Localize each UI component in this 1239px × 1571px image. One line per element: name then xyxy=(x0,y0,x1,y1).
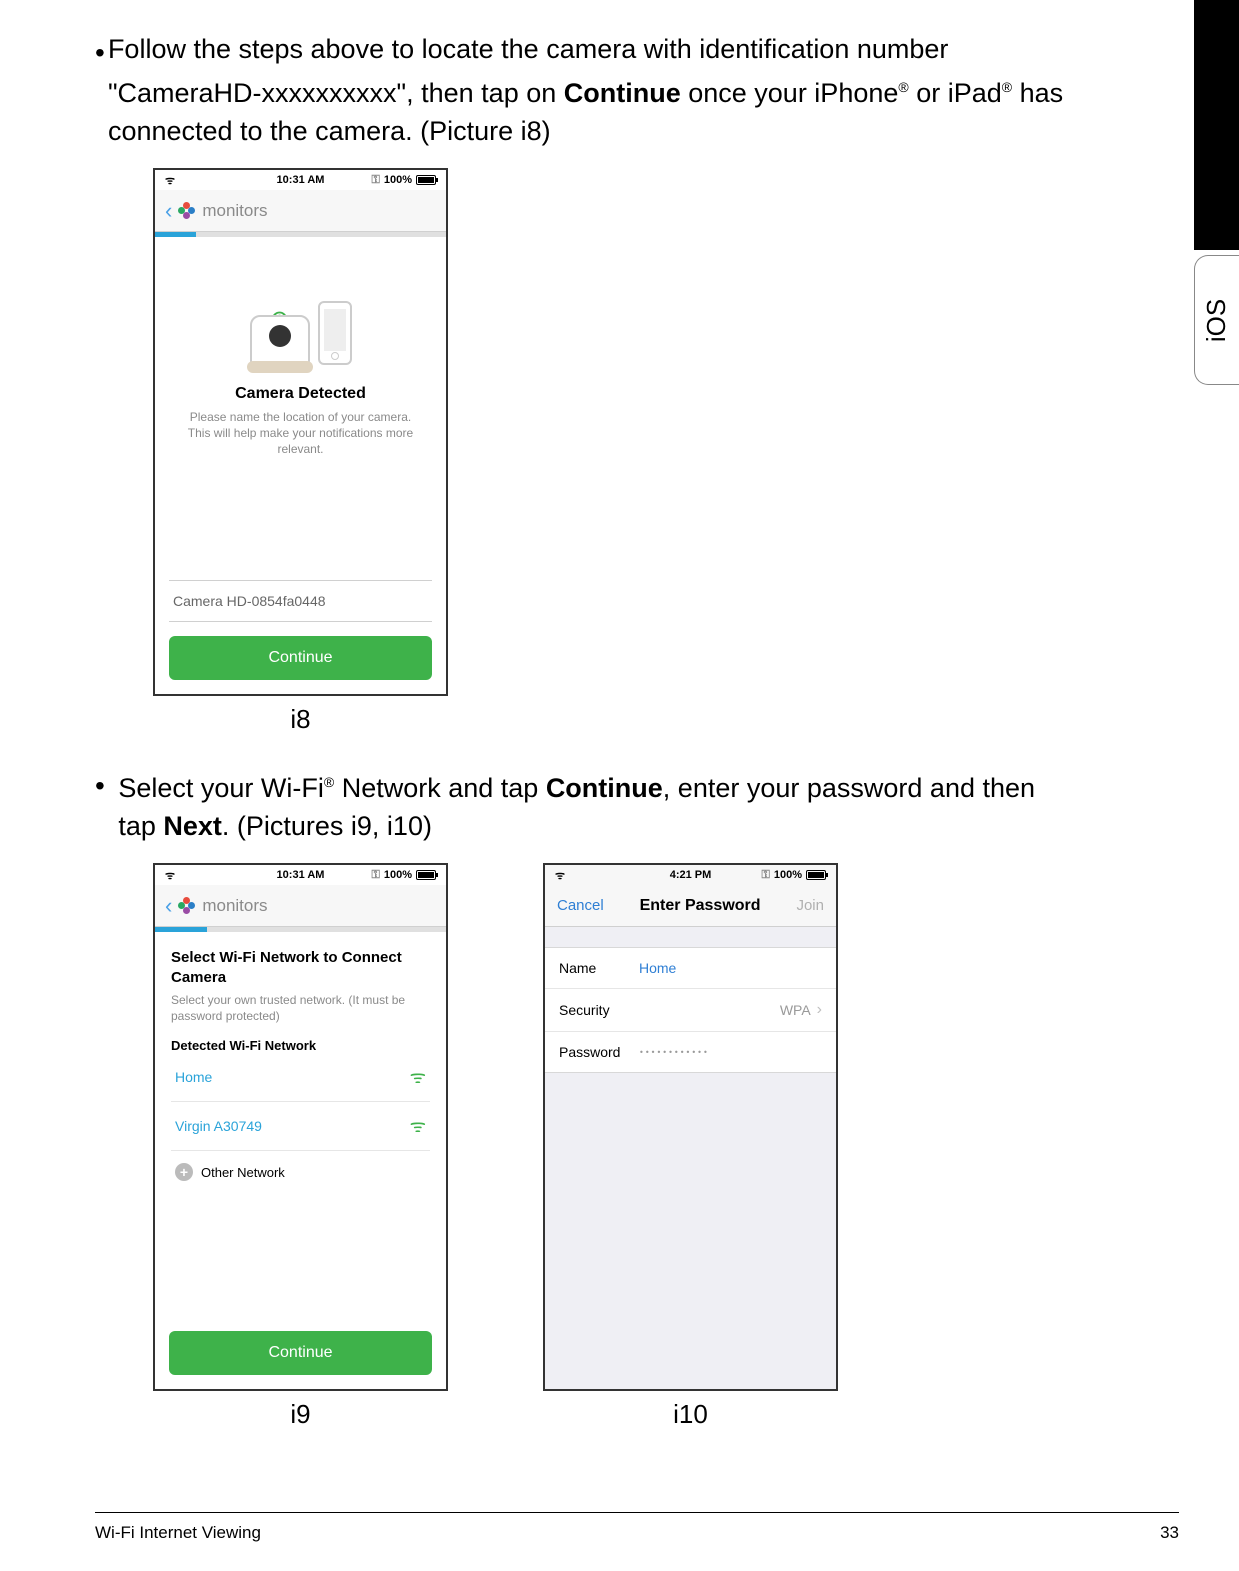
bullet-2-text: Select your Wi-Fi® Network and tap Conti… xyxy=(118,763,1080,845)
status-time: 10:31 AM xyxy=(277,174,325,186)
battery-pct: 100% xyxy=(384,869,412,881)
cancel-button[interactable]: Cancel xyxy=(557,897,604,914)
progress-bar xyxy=(155,927,446,932)
bullet-dot: • xyxy=(95,763,118,845)
screenshot-i9: ᯤ 10:31 AM ⚿ 100% ‹ monitors Select Wi-Fi… xyxy=(153,863,448,1391)
network-name: Home xyxy=(175,1069,212,1085)
progress-bar xyxy=(155,232,446,237)
battery-pct: 100% xyxy=(774,869,802,881)
battery-icon xyxy=(416,870,436,880)
join-button[interactable]: Join xyxy=(796,897,824,914)
caption-i8: i8 xyxy=(290,704,310,735)
bluetooth-icon: ⚿ xyxy=(761,869,769,882)
select-title: Select Wi-Fi Network to Connect Camera xyxy=(171,948,430,988)
name-row: Name Home xyxy=(545,948,836,988)
screenshot-i10: ᯤ 4:21 PM ⚿ 100% Cancel Enter Password Jo… xyxy=(543,863,838,1391)
status-bar: ᯤ 4:21 PM ⚿ 100% xyxy=(545,865,836,885)
security-value: WPA xyxy=(780,1002,811,1018)
password-label: Password xyxy=(559,1044,639,1060)
camera-name-input[interactable]: Camera HD-0854fa0448 xyxy=(169,580,432,622)
ios-tab-label: iOS xyxy=(1202,298,1233,341)
detected-heading: Detected Wi-Fi Network xyxy=(171,1038,430,1053)
detected-title: Camera Detected xyxy=(235,385,366,403)
back-chevron-icon[interactable]: ‹ xyxy=(165,198,172,224)
caption-i9: i9 xyxy=(290,1399,310,1430)
battery-icon xyxy=(416,175,436,185)
other-network-row[interactable]: + Other Network xyxy=(171,1151,430,1193)
status-time: 4:21 PM xyxy=(670,869,712,881)
security-label: Security xyxy=(559,1002,639,1018)
wifi-signal-icon: ᯤ xyxy=(410,1114,426,1138)
footer-title: Wi-Fi Internet Viewing xyxy=(95,1523,261,1543)
detected-subtitle: Please name the location of your camera.… xyxy=(155,409,446,457)
figure-i9-col: ᯤ 10:31 AM ⚿ 100% ‹ monitors Select Wi-Fi… xyxy=(153,863,448,1430)
status-bar: ᯤ 10:31 AM ⚿ 100% xyxy=(155,865,446,885)
page-footer: Wi-Fi Internet Viewing 33 xyxy=(95,1512,1179,1543)
figure-row-2: ᯤ 10:31 AM ⚿ 100% ‹ monitors Select Wi-Fi… xyxy=(153,863,1080,1430)
wifi-icon: ᯤ xyxy=(165,868,175,883)
bluetooth-icon: ⚿ xyxy=(371,869,379,882)
app-logo-icon xyxy=(178,897,196,915)
caption-i10: i10 xyxy=(673,1399,708,1430)
bullet-dot: • xyxy=(95,30,108,150)
form-list: Name Home Security WPA › Password ••••••… xyxy=(545,947,836,1073)
continue-button[interactable]: Continue xyxy=(169,1331,432,1375)
password-value: •••••••••••• xyxy=(639,1048,709,1057)
continue-button[interactable]: Continue xyxy=(169,636,432,680)
other-network-label: Other Network xyxy=(201,1165,285,1180)
back-chevron-icon[interactable]: ‹ xyxy=(165,893,172,919)
nav-bar: Cancel Enter Password Join xyxy=(545,885,836,927)
content-block: ⦾ Camera Detected Please name the locati… xyxy=(155,237,446,564)
nav-title: monitors xyxy=(202,896,267,916)
name-value: Home xyxy=(639,960,676,976)
nav-bar: ‹ monitors xyxy=(155,885,446,927)
name-label: Name xyxy=(559,960,639,976)
network-name: Virgin A30749 xyxy=(175,1118,262,1134)
nav-title: monitors xyxy=(202,201,267,221)
bullet-1: • Follow the steps above to locate the c… xyxy=(95,30,1080,150)
status-bar: ᯤ 10:31 AM ⚿ 100% xyxy=(155,170,446,190)
figure-i8-col: ᯤ 10:31 AM ⚿ 100% ‹ monitors ⦾ xyxy=(153,168,448,735)
footer-page-number: 33 xyxy=(1160,1523,1179,1543)
page-content: • Follow the steps above to locate the c… xyxy=(0,0,1180,1430)
wifi-icon: ᯤ xyxy=(165,173,175,188)
network-row-home[interactable]: Home ᯤ xyxy=(171,1053,430,1102)
security-row[interactable]: Security WPA › xyxy=(545,988,836,1031)
camera-phone-illustration: ⦾ xyxy=(226,265,376,365)
chevron-right-icon: › xyxy=(817,1001,822,1019)
network-row-virgin[interactable]: Virgin A30749 ᯤ xyxy=(171,1102,430,1151)
bluetooth-icon: ⚿ xyxy=(371,174,379,187)
plus-icon: + xyxy=(175,1163,193,1181)
content-block: Select Wi-Fi Network to Connect Camera S… xyxy=(155,932,446,1193)
figure-i10-col: ᯤ 4:21 PM ⚿ 100% Cancel Enter Password Jo… xyxy=(543,863,838,1430)
phone-icon xyxy=(318,301,352,365)
wifi-icon: ᯤ xyxy=(555,868,565,883)
battery-icon xyxy=(806,870,826,880)
status-time: 10:31 AM xyxy=(277,869,325,881)
bullet-1-text: Follow the steps above to locate the cam… xyxy=(108,30,1080,150)
app-logo-icon xyxy=(178,202,196,220)
select-subtitle: Select your own trusted network. (It mus… xyxy=(171,992,430,1024)
black-margin-top xyxy=(1194,0,1239,250)
bullet-2: • Select your Wi-Fi® Network and tap Con… xyxy=(95,763,1080,845)
screenshot-i8: ᯤ 10:31 AM ⚿ 100% ‹ monitors ⦾ xyxy=(153,168,448,696)
nav-title: Enter Password xyxy=(640,897,761,915)
nav-bar: ‹ monitors xyxy=(155,190,446,232)
password-row[interactable]: Password •••••••••••• xyxy=(545,1031,836,1072)
figure-row-1: ᯤ 10:31 AM ⚿ 100% ‹ monitors ⦾ xyxy=(153,168,1080,735)
wifi-signal-icon: ᯤ xyxy=(410,1065,426,1089)
battery-pct: 100% xyxy=(384,174,412,186)
ios-side-tab: iOS xyxy=(1194,255,1239,385)
camera-icon xyxy=(250,315,310,365)
